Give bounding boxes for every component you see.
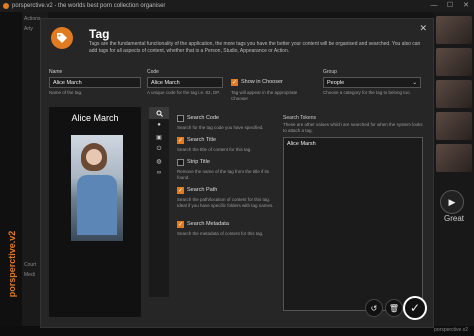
group-help: Choose a category for the tag to belong … xyxy=(323,90,411,95)
title-bar: porsperctive.v2 - the worlds best porn c… xyxy=(0,0,474,12)
search-icon[interactable] xyxy=(149,107,169,119)
thumbnail[interactable] xyxy=(436,80,472,108)
maximize-button[interactable]: ☐ xyxy=(442,0,458,12)
thumbnail[interactable] xyxy=(436,16,472,44)
search-metadata-help: Search the metadata of content for this … xyxy=(177,231,264,236)
app-sidebar: porsperctive.v2 xyxy=(0,12,22,336)
preview-photo[interactable] xyxy=(71,135,123,241)
search-tokens-label: Search Tokens xyxy=(283,115,316,121)
dialog-title: Tag xyxy=(89,27,110,41)
delete-icon[interactable]: 🗑 xyxy=(385,299,403,317)
name-label: Name xyxy=(49,69,63,75)
search-code-checkbox[interactable] xyxy=(177,115,184,122)
code-label: Code xyxy=(147,69,159,75)
search-code-label: Search Code xyxy=(187,115,220,121)
brand-logo: porsperctive.v2 xyxy=(7,230,17,298)
strip-title-label: Strip Title xyxy=(187,159,210,165)
group-select[interactable]: People ⌄ xyxy=(323,77,421,88)
close-window-button[interactable]: ✕ xyxy=(458,0,474,12)
globe-icon[interactable]: ◍ xyxy=(149,155,169,167)
search-title-help: Search the title of content for this tag… xyxy=(177,147,252,152)
search-code-help: Search for the tag code you have specifi… xyxy=(177,125,264,130)
search-path-label: Search Path xyxy=(187,187,218,193)
search-metadata-label: Search Metadata xyxy=(187,221,229,227)
thumbnail[interactable] xyxy=(436,144,472,172)
save-button[interactable]: ✓ xyxy=(403,296,427,320)
thumbnail[interactable] xyxy=(436,112,472,140)
minimize-button[interactable]: — xyxy=(426,0,442,12)
dialog-description: Tags are the fundamental functionality o… xyxy=(89,41,421,54)
thumbnail[interactable] xyxy=(436,48,472,76)
app-icon xyxy=(3,3,9,9)
show-in-chooser-help: Tag will appear in the appropriate Choos… xyxy=(231,90,298,101)
tag-dialog: ✕ Tag Tags are the fundamental functiona… xyxy=(40,18,434,328)
power-icon[interactable]: ⏻ xyxy=(149,143,169,155)
window-title: porsperctive.v2 - the worlds best porn c… xyxy=(12,3,166,9)
dialog-close-button[interactable]: ✕ xyxy=(419,23,427,34)
reset-icon[interactable]: ↺ xyxy=(365,299,383,317)
rating-label: Great xyxy=(443,214,464,223)
search-title-checkbox[interactable]: ✓ xyxy=(177,137,184,144)
play-icon[interactable]: ▶ xyxy=(440,190,464,214)
search-tokens-textarea[interactable]: Alice Marsh xyxy=(283,137,423,311)
search-title-label: Search Title xyxy=(187,137,217,143)
tag-preview: Alice March xyxy=(49,107,141,317)
preview-name: Alice March xyxy=(71,113,119,123)
tag-icon xyxy=(51,27,73,49)
search-path-checkbox[interactable]: ✓ xyxy=(177,187,184,194)
link-icon[interactable]: ∞ xyxy=(149,167,169,179)
search-path-help: Search the path/location of content for … xyxy=(177,197,274,208)
name-help: Name of the tag. xyxy=(49,90,83,95)
background-thumbnails xyxy=(434,12,474,336)
chevron-down-icon: ⌄ xyxy=(412,80,417,86)
status-text: porsperctive.v2 xyxy=(434,327,468,333)
search-tokens-help: These are other values which are searche… xyxy=(283,122,423,133)
code-field[interactable]: Alice March xyxy=(147,77,223,88)
show-in-chooser-checkbox[interactable]: ✓ xyxy=(231,79,238,86)
image-icon[interactable]: ▣ xyxy=(149,131,169,143)
code-help: A unique code for the tag i.e. 82, DP. xyxy=(147,90,220,95)
strip-title-checkbox[interactable] xyxy=(177,159,184,166)
tag-icon[interactable]: ● xyxy=(149,119,169,131)
search-metadata-checkbox[interactable]: ✓ xyxy=(177,221,184,228)
show-in-chooser-label: Show in Chooser xyxy=(241,79,283,85)
group-select-value: People xyxy=(327,80,345,86)
tag-tabs: ● ▣ ⏻ ◍ ∞ xyxy=(149,107,169,297)
strip-title-help: Remove the name of the tag from the titl… xyxy=(177,169,270,180)
search-token: Alice Marsh xyxy=(287,141,316,147)
name-field[interactable]: Alice March xyxy=(49,77,141,88)
group-label: Group xyxy=(323,69,337,75)
